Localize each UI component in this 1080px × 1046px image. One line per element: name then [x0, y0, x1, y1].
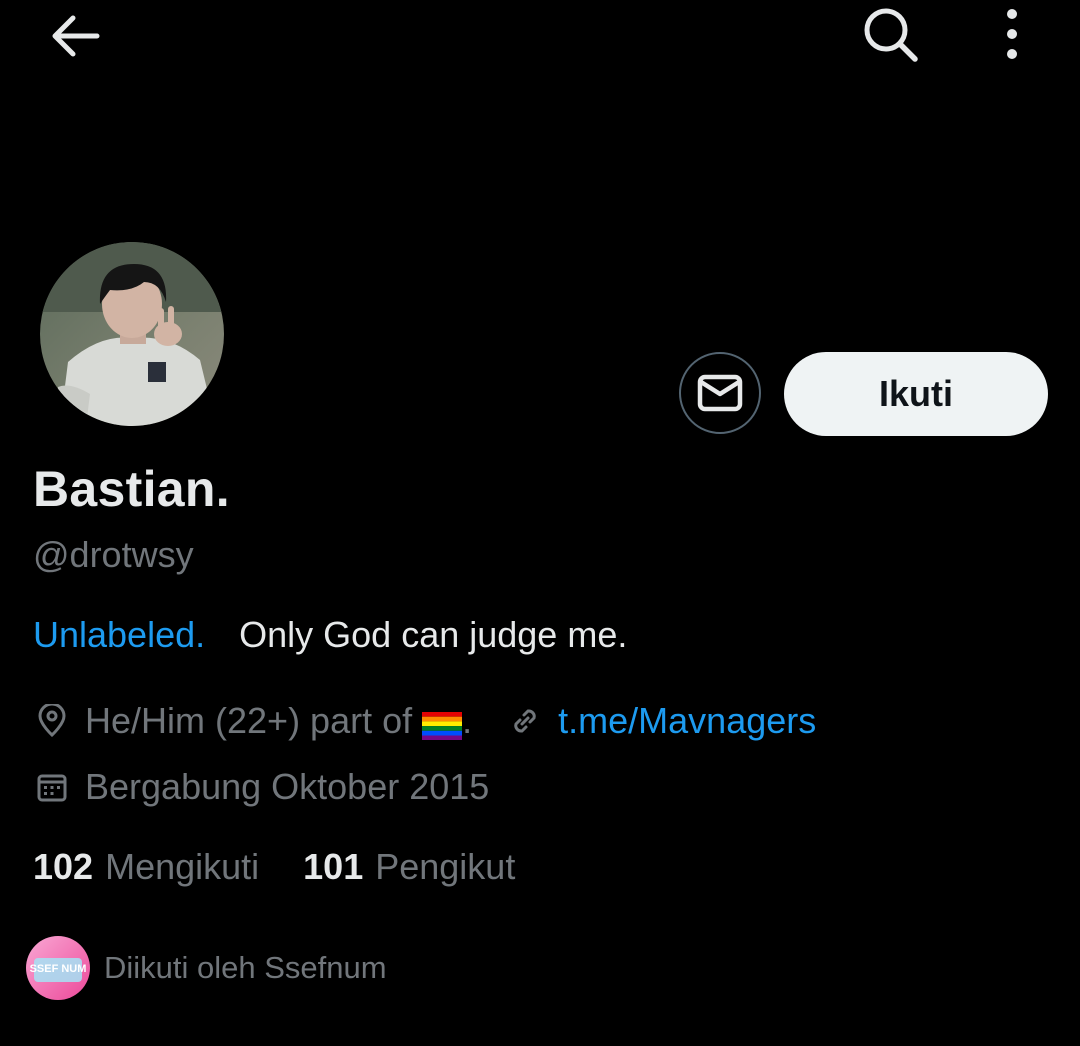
display-name: Bastian. — [33, 461, 230, 517]
follow-counts: 102 Mengikuti 101 Pengikut — [33, 846, 515, 888]
envelope-icon — [697, 374, 743, 412]
calendar-icon — [33, 768, 71, 806]
followed-by-text: Diikuti oleh Ssefnum — [104, 950, 387, 985]
message-button[interactable] — [679, 352, 761, 434]
following-link[interactable]: 102 Mengikuti — [33, 846, 259, 888]
followers-label: Pengikut — [375, 846, 516, 887]
joined-date: Bergabung Oktober 2015 — [85, 766, 490, 807]
following-count: 102 — [33, 846, 94, 887]
followed-by-row[interactable]: SSEF NUM Diikuti oleh Ssefnum — [26, 936, 387, 1000]
location-text: He/Him (22+) part of — [85, 700, 413, 741]
more-vertical-icon — [1007, 9, 1017, 59]
more-options-button[interactable] — [984, 2, 1040, 66]
bio: Unlabeled. Only God can judge me. — [33, 614, 627, 656]
following-label: Mengikuti — [105, 846, 260, 887]
profile-photo — [40, 242, 224, 426]
location-pin-icon — [33, 702, 71, 740]
search-button[interactable] — [852, 2, 928, 66]
profile-avatar[interactable] — [38, 240, 226, 428]
mutual-avatar-text: SSEF NUM — [30, 963, 87, 975]
website-link[interactable]: t.me/Mavnagers — [558, 700, 816, 742]
rainbow-flag-icon — [422, 707, 463, 740]
link-icon — [506, 702, 544, 740]
arrow-left-icon — [52, 15, 100, 57]
profile-meta-row: He/Him (22+) part of . t.me/Mavnagers — [33, 700, 816, 742]
bio-text: Only God can judge me. — [239, 614, 628, 655]
bio-link[interactable]: Unlabeled. — [33, 614, 205, 655]
followers-link[interactable]: 101 Pengikut — [303, 846, 515, 888]
location-suffix: . — [462, 700, 473, 741]
follow-button[interactable]: Ikuti — [784, 352, 1048, 436]
mutual-follower-avatar: SSEF NUM — [26, 936, 90, 1000]
followers-count: 101 — [303, 846, 364, 887]
joined-date-row: Bergabung Oktober 2015 — [33, 766, 489, 808]
back-button[interactable] — [40, 6, 110, 66]
user-handle: @drotwsy — [33, 534, 194, 575]
search-icon — [864, 8, 918, 62]
